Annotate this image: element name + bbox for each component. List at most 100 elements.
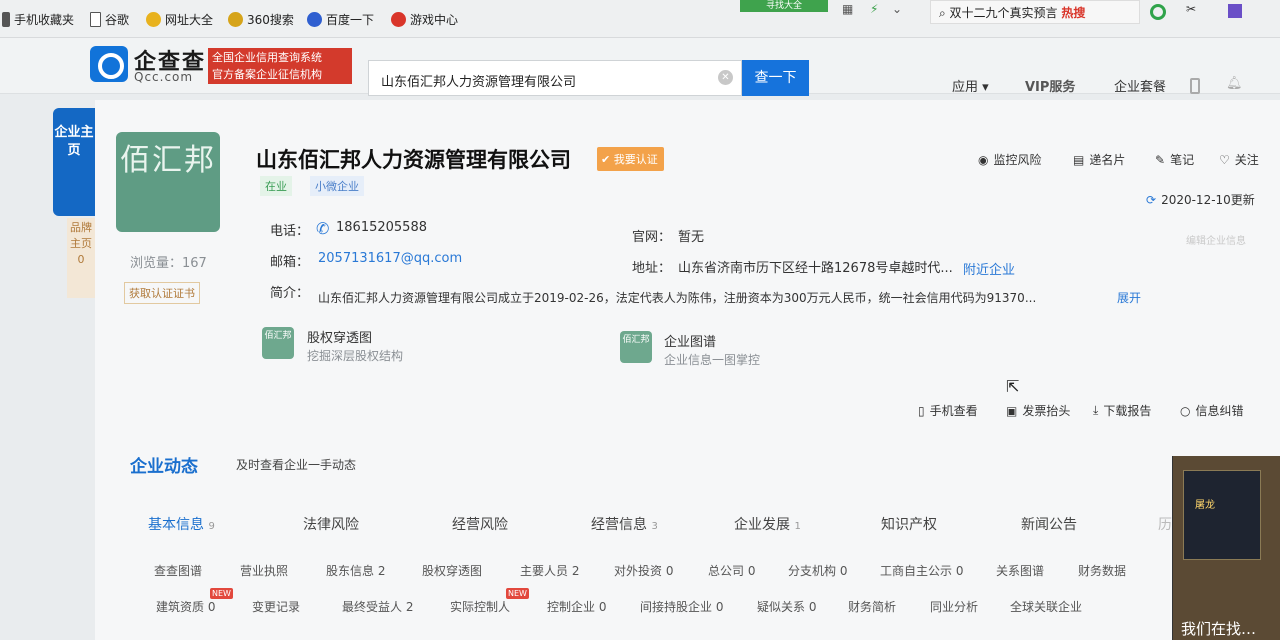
bookmark-wangzhi[interactable]: 网址大全 xyxy=(146,11,213,28)
company-graph-icon[interactable]: 佰汇邦 xyxy=(620,331,652,363)
sub-link[interactable]: 同业分析 xyxy=(930,598,978,615)
sub-link[interactable]: 关系图谱 xyxy=(996,562,1044,579)
nav-vip[interactable]: VIP服务 xyxy=(1025,76,1075,95)
download-report-button[interactable]: ⤓ 下载报告 xyxy=(1093,402,1151,419)
bookmark-mobile[interactable]: 手机收藏夹 xyxy=(2,11,74,28)
nav-apps[interactable]: 应用 ▾ xyxy=(952,76,989,95)
extension-purple-icon[interactable] xyxy=(1228,4,1242,18)
sub-link[interactable]: 间接持股企业 0 xyxy=(640,598,723,615)
tab-company-home[interactable]: 企业主页 xyxy=(53,108,95,216)
heart-icon: ♡ xyxy=(1219,152,1230,167)
shield-check-icon: ✔ xyxy=(601,153,614,166)
intro-label: 简介： xyxy=(270,286,310,301)
error-report-button[interactable]: ○ 信息纠错 xyxy=(1180,402,1244,419)
invoice-icon: ▣ xyxy=(1006,403,1018,418)
mobile-view-button[interactable]: ▯ 手机查看 xyxy=(918,402,978,419)
tab-history[interactable]: 历 xyxy=(1158,514,1172,534)
sub-link[interactable]: 控制企业 0 xyxy=(547,598,606,615)
sub-link[interactable]: 股东信息 2 xyxy=(326,562,385,579)
sub-link[interactable]: 营业执照 xyxy=(240,562,288,579)
chevron-down-icon[interactable]: ⌄ xyxy=(892,2,902,16)
grid-icon[interactable]: ▦ xyxy=(842,2,853,16)
site-label: 官网： xyxy=(632,230,672,245)
bookmark-games[interactable]: 游戏中心 xyxy=(391,11,458,28)
address-value: 山东省济南市历下区经十路12678号卓越时代... xyxy=(678,261,953,276)
expand-link[interactable]: 展开 xyxy=(1117,289,1141,306)
sub-link[interactable]: 财务简析 xyxy=(848,598,896,615)
bookmark-google[interactable]: 谷歌 xyxy=(90,11,129,28)
search-input[interactable]: 山东佰汇邦人力资源管理有限公司 xyxy=(368,60,742,96)
phone-icon: ✆ xyxy=(316,219,330,238)
game-caption: 我们在找… xyxy=(1181,620,1257,638)
dynamics-title[interactable]: 企业动态 xyxy=(130,452,198,477)
phone-value[interactable]: 18615205588 xyxy=(336,220,427,235)
phone-label: 电话： xyxy=(270,224,310,239)
game-icon xyxy=(391,12,406,27)
send-card-button[interactable]: ▤ 递名片 xyxy=(1073,151,1125,168)
feedback-icon: ○ xyxy=(1180,403,1191,418)
follow-button[interactable]: ♡ 关注 xyxy=(1219,151,1259,168)
sub-link[interactable]: 股权穿透图 xyxy=(422,562,482,579)
invoice-button[interactable]: ▣ 发票抬头 xyxy=(1006,402,1070,419)
nearby-link[interactable]: 附近企业 xyxy=(963,259,1015,278)
tab-ip[interactable]: 知识产权 xyxy=(881,514,937,534)
search-button[interactable]: 查一下 xyxy=(742,60,809,96)
sub-link[interactable]: 最终受益人 2 xyxy=(342,598,413,615)
get-cert-button[interactable]: 获取认证证书 xyxy=(124,282,200,304)
nav-suite[interactable]: 企业套餐 xyxy=(1114,76,1166,95)
claim-button[interactable]: ✔ 我要认证 xyxy=(597,147,664,171)
extension-green-icon[interactable] xyxy=(1150,4,1166,20)
update-button[interactable]: ⟳ 2020-12-10更新 xyxy=(1146,191,1255,208)
sub-link[interactable]: 对外投资 0 xyxy=(614,562,673,579)
new-badge: NEW xyxy=(506,588,529,599)
tab-development[interactable]: 企业发展 1 xyxy=(734,514,801,534)
tab-basic-info[interactable]: 基本信息 9 xyxy=(148,514,215,534)
company-graph-title[interactable]: 企业图谱 xyxy=(664,331,716,350)
sub-link[interactable]: 疑似关系 0 xyxy=(757,598,816,615)
edit-info-link[interactable]: 编辑企业信息 xyxy=(1186,232,1246,247)
sub-link[interactable]: 总公司 0 xyxy=(708,562,755,579)
credit-system-badge: 全国企业信用查询系统 官方备案企业征信机构 xyxy=(208,48,352,84)
promo-green-button[interactable]: 寻找大全 xyxy=(740,0,828,12)
email-label: 邮箱： xyxy=(270,255,310,270)
note-button[interactable]: ✎ 笔记 xyxy=(1155,151,1194,168)
bookmark-baidu[interactable]: 百度一下 xyxy=(307,11,374,28)
sub-link[interactable]: 建筑资质 0 xyxy=(156,598,215,615)
phone-icon[interactable] xyxy=(1190,78,1200,94)
card-icon: ▤ xyxy=(1073,152,1085,167)
sub-link[interactable]: 主要人员 2 xyxy=(520,562,579,579)
equity-chart-icon[interactable]: 佰汇邦 xyxy=(262,327,294,359)
intro-text: 山东佰汇邦人力资源管理有限公司成立于2019-02-26，法定代表人为陈伟，注册… xyxy=(318,291,1037,305)
sub-link[interactable]: 分支机构 0 xyxy=(788,562,847,579)
sub-link[interactable]: 实际控制人 xyxy=(450,598,510,615)
email-link[interactable]: 2057131617@qq.com xyxy=(318,251,462,266)
site-header: 企查查 Qcc.com 全国企业信用查询系统 官方备案企业征信机构 山东佰汇邦人… xyxy=(0,38,1280,96)
game-ad-overlay[interactable]: 屠龙 我们在找… xyxy=(1172,456,1280,640)
bookmark-360[interactable]: 360搜索 xyxy=(228,11,294,28)
sub-link[interactable]: 查查图谱 xyxy=(154,562,202,579)
clear-icon[interactable]: ✕ xyxy=(718,70,733,85)
monitor-risk-button[interactable]: ◉ 监控风险 xyxy=(978,151,1042,168)
tab-legal-risk[interactable]: 法律风险 xyxy=(303,514,359,534)
paw-icon xyxy=(307,12,322,27)
search-360-icon xyxy=(228,12,243,27)
sub-link[interactable]: 变更记录 xyxy=(252,598,300,615)
status-badge: 在业 xyxy=(260,176,292,196)
download-icon: ⤓ xyxy=(1093,403,1099,417)
scissors-icon[interactable]: ✂ xyxy=(1186,2,1196,16)
tab-news[interactable]: 新闻公告 xyxy=(1021,514,1077,534)
page-icon xyxy=(90,12,101,27)
search-icon: ⌕ xyxy=(939,6,950,20)
logo-domain: Qcc.com xyxy=(134,70,194,84)
promo-search-box[interactable]: ⌕ 双十二九个真实预言 热搜 xyxy=(930,0,1140,24)
equity-chart-title[interactable]: 股权穿透图 xyxy=(307,327,372,346)
bolt-icon[interactable]: ⚡ xyxy=(870,2,878,16)
tab-business-risk[interactable]: 经营风险 xyxy=(452,514,508,534)
bell-icon[interactable]: 🔔︎ xyxy=(1226,76,1243,91)
sub-link[interactable]: 财务数据 xyxy=(1078,562,1126,579)
qcc-logo-icon[interactable] xyxy=(90,46,128,82)
sub-link[interactable]: 全球关联企业 xyxy=(1010,598,1082,615)
tab-business-info[interactable]: 经营信息 3 xyxy=(591,514,658,534)
tab-brand-home[interactable]: 品牌主页 0 xyxy=(67,218,95,298)
sub-link[interactable]: 工商自主公示 0 xyxy=(880,562,963,579)
